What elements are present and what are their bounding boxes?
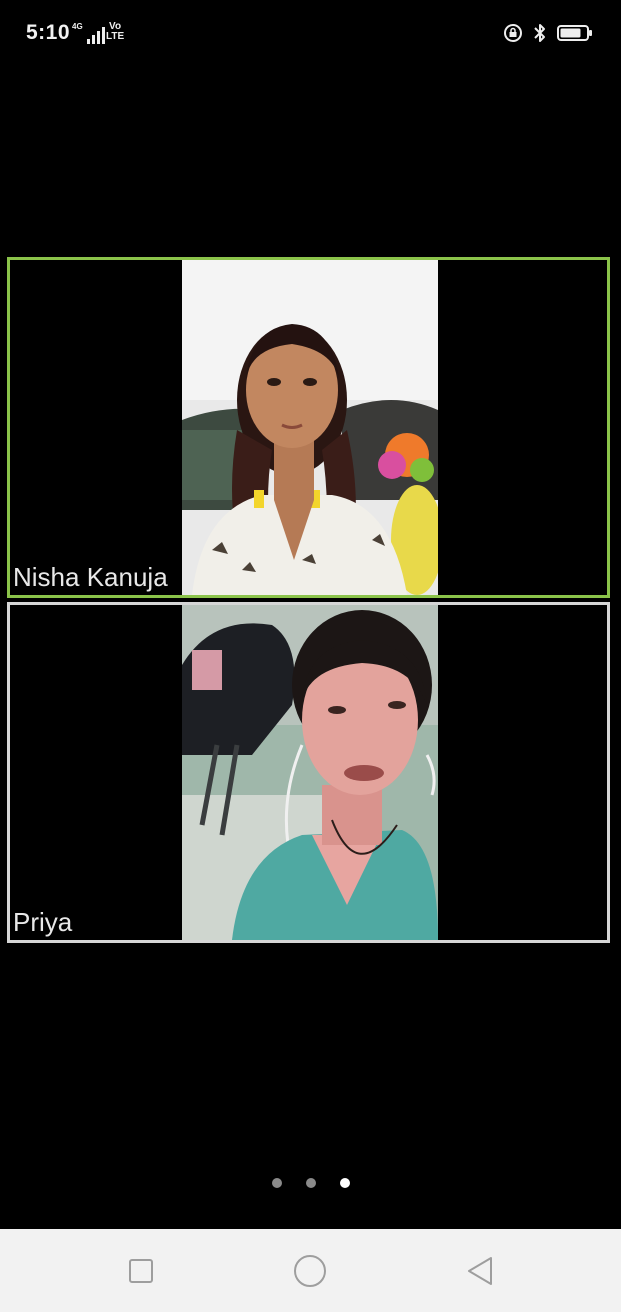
page-dot-2[interactable] — [305, 1178, 316, 1188]
participant-video-image — [182, 605, 438, 940]
battery-icon — [557, 25, 592, 41]
participant-name-label: Nisha Kanuja — [13, 562, 168, 592]
status-icons-right — [503, 22, 593, 44]
status-time: 5:10 — [26, 21, 71, 44]
recents-square-icon — [129, 1259, 153, 1283]
home-circle-icon — [294, 1255, 326, 1287]
video-call-screen: 5:10 4G Vo LTE Nisha Kanuja Priya — [0, 0, 621, 1312]
page-dot-3-active[interactable] — [339, 1178, 350, 1188]
participant-video-feed — [182, 605, 438, 940]
network-indicator: 4G — [72, 22, 105, 44]
bluetooth-icon — [534, 24, 545, 42]
signal-icon — [86, 26, 105, 44]
status-bar: 5:10 4G Vo LTE — [0, 0, 621, 66]
screen-lock-rotation-icon — [504, 24, 522, 42]
recents-button[interactable] — [123, 1253, 159, 1289]
volte-icon: Vo LTE — [106, 22, 124, 42]
participant-tile-nisha[interactable]: Nisha Kanuja — [7, 257, 610, 598]
volte-line2: LTE — [106, 31, 125, 42]
participant-video-image — [182, 260, 438, 595]
back-button[interactable] — [462, 1253, 498, 1289]
page-dot-1[interactable] — [271, 1178, 282, 1188]
system-navigation-bar — [0, 1229, 621, 1312]
participant-name-label: Priya — [13, 907, 73, 937]
participant-video-feed — [182, 260, 438, 595]
page-indicator — [0, 1178, 621, 1188]
network-type-label: 4G — [72, 22, 83, 31]
home-button[interactable] — [292, 1253, 328, 1289]
back-triangle-icon — [468, 1257, 492, 1285]
participant-tile-priya[interactable]: Priya — [7, 602, 610, 943]
